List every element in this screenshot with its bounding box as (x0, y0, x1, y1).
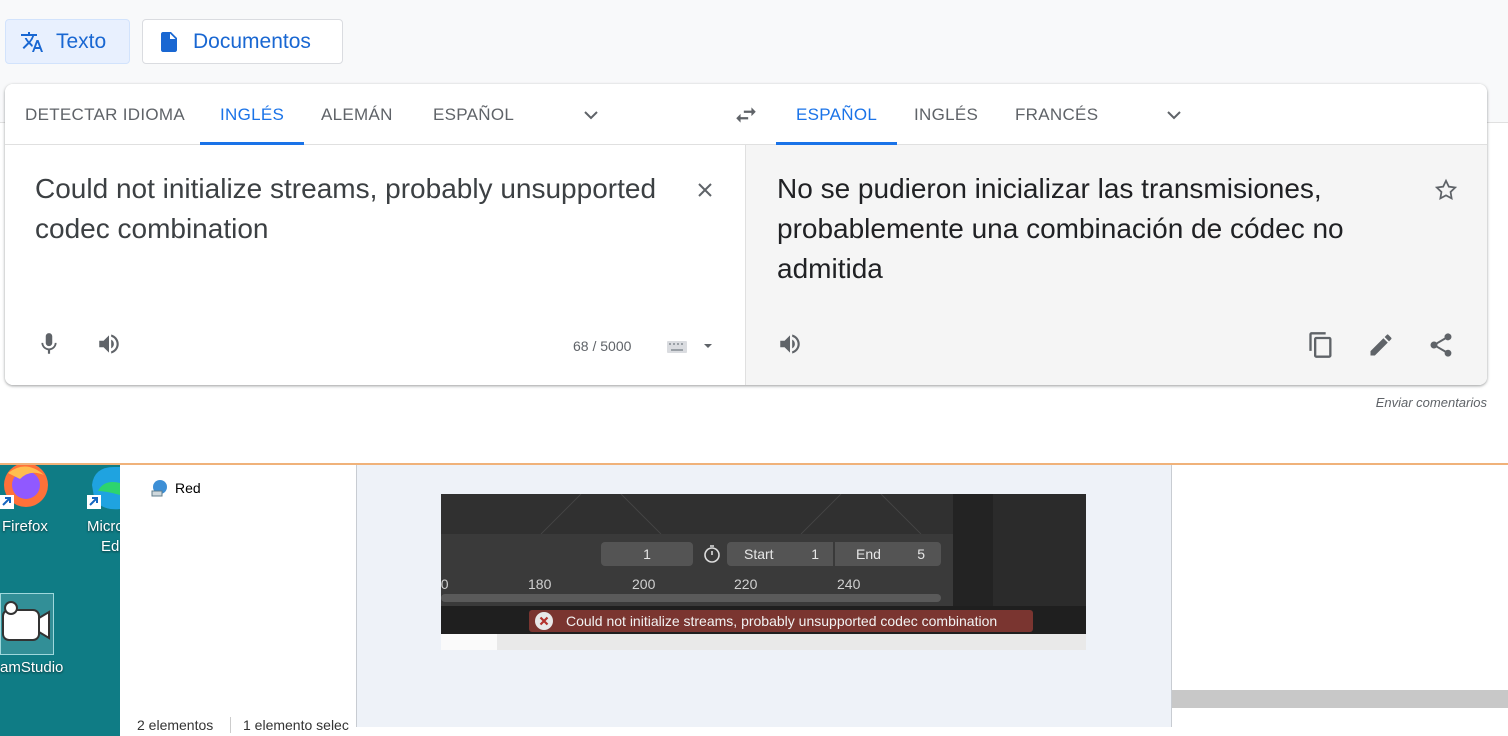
timeline-tick: 200 (632, 576, 656, 592)
camstudio-icon (2, 601, 50, 641)
character-count: 68 / 5000 (573, 338, 632, 354)
scrollbar-strip (1172, 690, 1508, 708)
input-tools-dropdown-icon[interactable] (702, 341, 714, 351)
start-frame-field[interactable]: Start 1 (727, 542, 833, 566)
lang-source-spanish[interactable]: ESPAÑOL (433, 84, 514, 145)
translate-icon (21, 31, 43, 52)
keyboard-icon[interactable] (666, 339, 688, 355)
side-panel (953, 494, 993, 606)
stopwatch-icon[interactable] (702, 544, 722, 564)
timeline-tick: 240 (837, 576, 861, 592)
timeline-tick: 180 (528, 576, 552, 592)
documents-mode-button[interactable]: Documentos (142, 19, 343, 64)
send-feedback-link[interactable]: Enviar comentarios (1376, 395, 1487, 410)
source-speaker-icon[interactable] (96, 331, 122, 357)
side-panel-right (993, 494, 1086, 606)
error-report: Could not initialize streams, probably u… (529, 610, 1033, 632)
swap-languages-icon[interactable] (733, 102, 759, 128)
translation-card: DETECTAR IDIOMA INGLÉS ALEMÁN ESPAÑOL ES… (5, 84, 1487, 385)
error-x-icon (535, 612, 553, 630)
error-message: Could not initialize streams, probably u… (566, 613, 998, 629)
lang-target-spanish[interactable]: ESPAÑOL (775, 84, 898, 145)
edge-shortcut-arrow-icon (87, 495, 101, 509)
network-icon (151, 480, 167, 497)
translate-panel: Texto Documentos DETECTAR IDIOMA INGLÉS … (0, 0, 1508, 465)
timeline-tick: 220 (734, 576, 758, 592)
edge-label-line1: Micro (87, 518, 124, 535)
status-item-count: 2 elementos (137, 717, 214, 733)
current-frame-field[interactable]: 1 (601, 542, 693, 566)
text-mode-label: Texto (56, 29, 107, 53)
desktop: Firefox Micro Edi amStudio (0, 465, 124, 736)
background-screenshot: Firefox Micro Edi amStudio Red 2 element… (0, 465, 1508, 736)
end-frame-field[interactable]: End 5 (835, 542, 941, 566)
microphone-icon[interactable] (36, 331, 62, 357)
viewport-lines (540, 494, 922, 534)
source-more-langs-chevron-icon[interactable] (579, 103, 603, 127)
camstudio-label: amStudio (0, 659, 64, 676)
clear-text-close-icon[interactable] (693, 178, 717, 202)
viewport-area (441, 494, 953, 534)
lower-strip-left (441, 634, 497, 650)
star-icon[interactable] (1433, 177, 1459, 203)
timeline-scrollbar[interactable] (441, 594, 941, 602)
start-label: Start (744, 546, 774, 562)
text-mode-button[interactable]: Texto (5, 19, 130, 64)
documents-mode-label: Documentos (193, 29, 311, 53)
blender-timeline-screenshot: 1 Start 1 End 5 60 180 200 220 240 Could… (441, 494, 1086, 650)
status-divider (230, 717, 231, 733)
share-icon[interactable] (1427, 331, 1455, 359)
camstudio-selection[interactable] (0, 593, 54, 655)
document-icon (161, 31, 177, 52)
status-selected-count: 1 elemento selec (243, 717, 349, 733)
file-explorer: Red 2 elementos 1 elemento selec (120, 465, 356, 736)
lang-source-english[interactable]: INGLÉS (199, 84, 305, 145)
timeline-tick: 60 (441, 576, 449, 592)
lang-source-german[interactable]: ALEMÁN (321, 84, 393, 145)
lang-detect[interactable]: DETECTAR IDIOMA (25, 84, 185, 145)
firefox-label: Firefox (2, 518, 48, 535)
target-more-langs-chevron-icon[interactable] (1162, 103, 1186, 127)
language-bar: DETECTAR IDIOMA INGLÉS ALEMÁN ESPAÑOL ES… (5, 84, 1487, 145)
end-value: 5 (917, 546, 925, 562)
end-label: End (856, 546, 881, 562)
lang-target-english[interactable]: INGLÉS (914, 84, 978, 145)
translated-text: No se pudieron inicializar las transmisi… (777, 173, 1344, 284)
lower-strip (441, 634, 1086, 650)
source-panel: Could not initialize streams, probably u… (5, 145, 745, 385)
shortcut-arrow-icon (0, 495, 14, 509)
target-speaker-icon[interactable] (777, 331, 803, 357)
network-item-label[interactable]: Red (175, 480, 201, 496)
lang-target-french[interactable]: FRANCÉS (1015, 84, 1098, 145)
copy-icon[interactable] (1307, 331, 1335, 359)
start-value: 1 (811, 546, 819, 562)
source-text[interactable]: Could not initialize streams, probably u… (35, 169, 665, 249)
target-panel: No se pudieron inicializar las transmisi… (745, 145, 1487, 385)
edit-pencil-icon[interactable] (1367, 331, 1395, 359)
